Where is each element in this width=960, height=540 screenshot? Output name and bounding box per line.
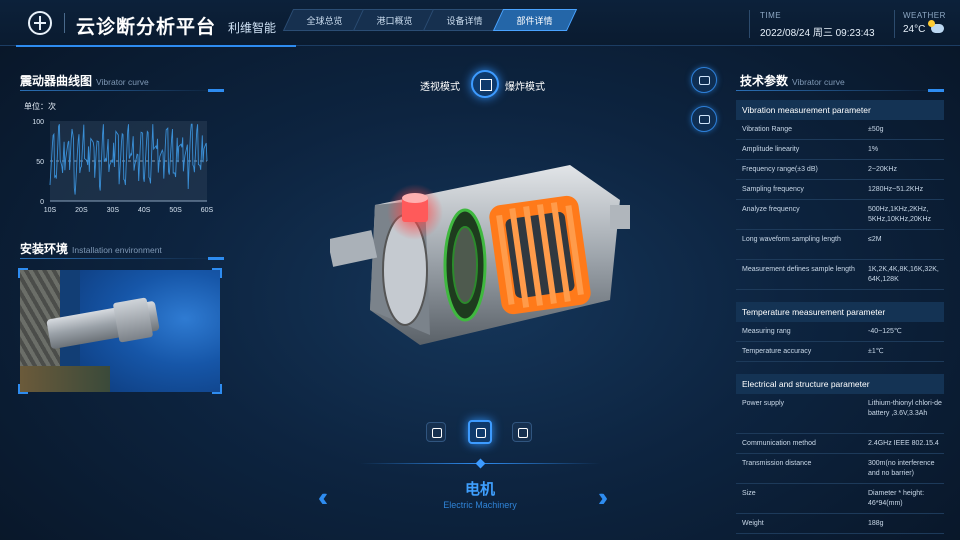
weather-label: WEATHER bbox=[903, 11, 946, 20]
param-row: Analyze frequency 500Hz,1KHz,2KHz, 5KHz,1… bbox=[736, 200, 944, 230]
param-row: Sampling frequency 1280Hz~51.2KHz bbox=[736, 180, 944, 200]
param-row: Vibration Range ±50g bbox=[736, 120, 944, 140]
param-key: Frequency range(±3 dB) bbox=[742, 166, 818, 173]
header-accent-line bbox=[16, 45, 296, 47]
param-row: Long waveform sampling length ≤2M bbox=[736, 230, 944, 260]
camera-icon[interactable] bbox=[426, 422, 446, 442]
param-key: Long waveform sampling length bbox=[742, 236, 841, 243]
param-row: Power supply Lithium-thionyl chlori-de ba… bbox=[736, 394, 944, 434]
param-key: Weight bbox=[742, 520, 764, 527]
app-title: 云诊断分析平台 bbox=[76, 17, 217, 38]
exploded-mode-button[interactable]: 爆炸模式 bbox=[505, 78, 545, 93]
param-value: 188g bbox=[868, 520, 884, 527]
param-section-header: Electrical and structure parameter bbox=[736, 374, 944, 394]
param-key: Sampling frequency bbox=[742, 186, 804, 193]
param-row: Transmission distance 300m(no interferenc… bbox=[736, 454, 944, 484]
param-key: Communication method bbox=[742, 440, 816, 447]
param-key: Measurement defines sample length bbox=[742, 266, 855, 273]
param-value: 300m(no interference and no barrier) bbox=[868, 460, 935, 477]
param-value: ±50g bbox=[868, 126, 884, 133]
title-underline bbox=[20, 89, 224, 92]
nav-tabs: 全球总览 港口概览 设备详情 部件详情 bbox=[282, 9, 578, 31]
param-value: Lithium-thionyl chlori-de battery ,3.6V,… bbox=[868, 400, 942, 417]
param-value: ±1℃ bbox=[868, 348, 884, 355]
param-key: Amplitude linearity bbox=[742, 146, 800, 153]
x-tick-label: 50S bbox=[169, 207, 182, 214]
photo-corner bbox=[212, 384, 222, 394]
param-value: 1K,2K,4K,8K,16K,32K, 64K,128K bbox=[868, 266, 939, 283]
param-key: Transmission distance bbox=[742, 460, 812, 467]
logo-icon bbox=[28, 11, 52, 35]
param-key: Analyze frequency bbox=[742, 206, 800, 213]
param-row: Size Diameter * height: 46*94(mm) bbox=[736, 484, 944, 514]
param-key: Temperature accuracy bbox=[742, 348, 812, 355]
param-value: 500Hz,1KHz,2KHz, 5KHz,10KHz,20KHz bbox=[868, 206, 932, 223]
param-key: Vibration Range bbox=[742, 126, 793, 133]
param-key: Measuring rang bbox=[742, 328, 791, 335]
installation-title: 安装环境 Installation environment bbox=[20, 242, 162, 256]
partly-cloudy-icon bbox=[928, 20, 944, 33]
motor-3d-model bbox=[330, 165, 630, 345]
param-row: Communication method 2.4GHz IEEE 802.15.4 bbox=[736, 434, 944, 454]
x-tick-label: 20S bbox=[75, 207, 88, 214]
vibrator-curve-title: 震动器曲线图 Vibrator curve bbox=[20, 74, 149, 88]
eye-icon[interactable] bbox=[691, 106, 717, 132]
x-tick-label: 40S bbox=[138, 207, 151, 214]
chart-unit-label: 单位：次 bbox=[24, 102, 56, 111]
y-tick-label: 100 bbox=[32, 119, 44, 126]
param-value: 2~20KHz bbox=[868, 166, 897, 173]
param-value: 2.4GHz IEEE 802.15.4 bbox=[868, 440, 939, 447]
time-value: 2022/08/24 周三 09:23:43 bbox=[760, 28, 875, 39]
param-row: Frequency range(±3 dB) 2~20KHz bbox=[736, 160, 944, 180]
y-tick-label: 0 bbox=[40, 199, 44, 206]
weather-value: 24°C bbox=[903, 24, 926, 35]
camera-icon[interactable] bbox=[512, 422, 532, 442]
param-value: 1% bbox=[868, 146, 879, 153]
vibrator-curve-chart: 0 50 100 10S 20S 30S 40S 50S 60S bbox=[32, 119, 214, 214]
logo-divider bbox=[64, 13, 65, 33]
param-value: -40~125℃ bbox=[868, 328, 902, 335]
param-key: Power supply bbox=[742, 400, 785, 407]
param-value: ≤2M bbox=[868, 236, 882, 243]
param-row: Weight 188g bbox=[736, 514, 944, 534]
header-divider bbox=[894, 10, 895, 38]
title-underline bbox=[20, 257, 224, 260]
time-label: TIME bbox=[760, 11, 782, 20]
title-underline bbox=[736, 89, 944, 92]
tab-component-details[interactable]: 部件详情 bbox=[492, 9, 578, 31]
view-mode-toggle-icon[interactable] bbox=[471, 70, 499, 98]
perspective-mode-button[interactable]: 透视模式 bbox=[420, 78, 460, 93]
header-divider bbox=[749, 10, 750, 38]
brand-name: 利维智能 bbox=[228, 21, 277, 35]
param-section-header: Temperature measurement parameter bbox=[736, 302, 944, 322]
param-key: Size bbox=[742, 490, 756, 497]
x-tick-label: 60S bbox=[201, 207, 214, 214]
param-row: Measuring rang -40~125℃ bbox=[736, 322, 944, 342]
param-value: 1280Hz~51.2KHz bbox=[868, 186, 924, 193]
photo-corner bbox=[18, 268, 28, 278]
photo-corner bbox=[212, 268, 222, 278]
y-tick-label: 50 bbox=[36, 159, 44, 166]
x-tick-label: 10S bbox=[44, 207, 57, 214]
camera-icon[interactable] bbox=[468, 420, 492, 444]
photo-corner bbox=[18, 384, 28, 394]
tech-params-title: 技术参数 Vibrator curve bbox=[740, 74, 845, 88]
list-icon[interactable] bbox=[691, 67, 717, 93]
x-tick-label: 30S bbox=[107, 207, 120, 214]
installation-photo bbox=[20, 270, 220, 392]
param-row: Measurement defines sample length 1K,2K,4… bbox=[736, 260, 944, 290]
param-row: Amplitude linearity 1% bbox=[736, 140, 944, 160]
param-value: Diameter * height: 46*94(mm) bbox=[868, 490, 925, 507]
param-row: Temperature accuracy ±1℃ bbox=[736, 342, 944, 362]
param-section-header: Vibration measurement parameter bbox=[736, 100, 944, 120]
